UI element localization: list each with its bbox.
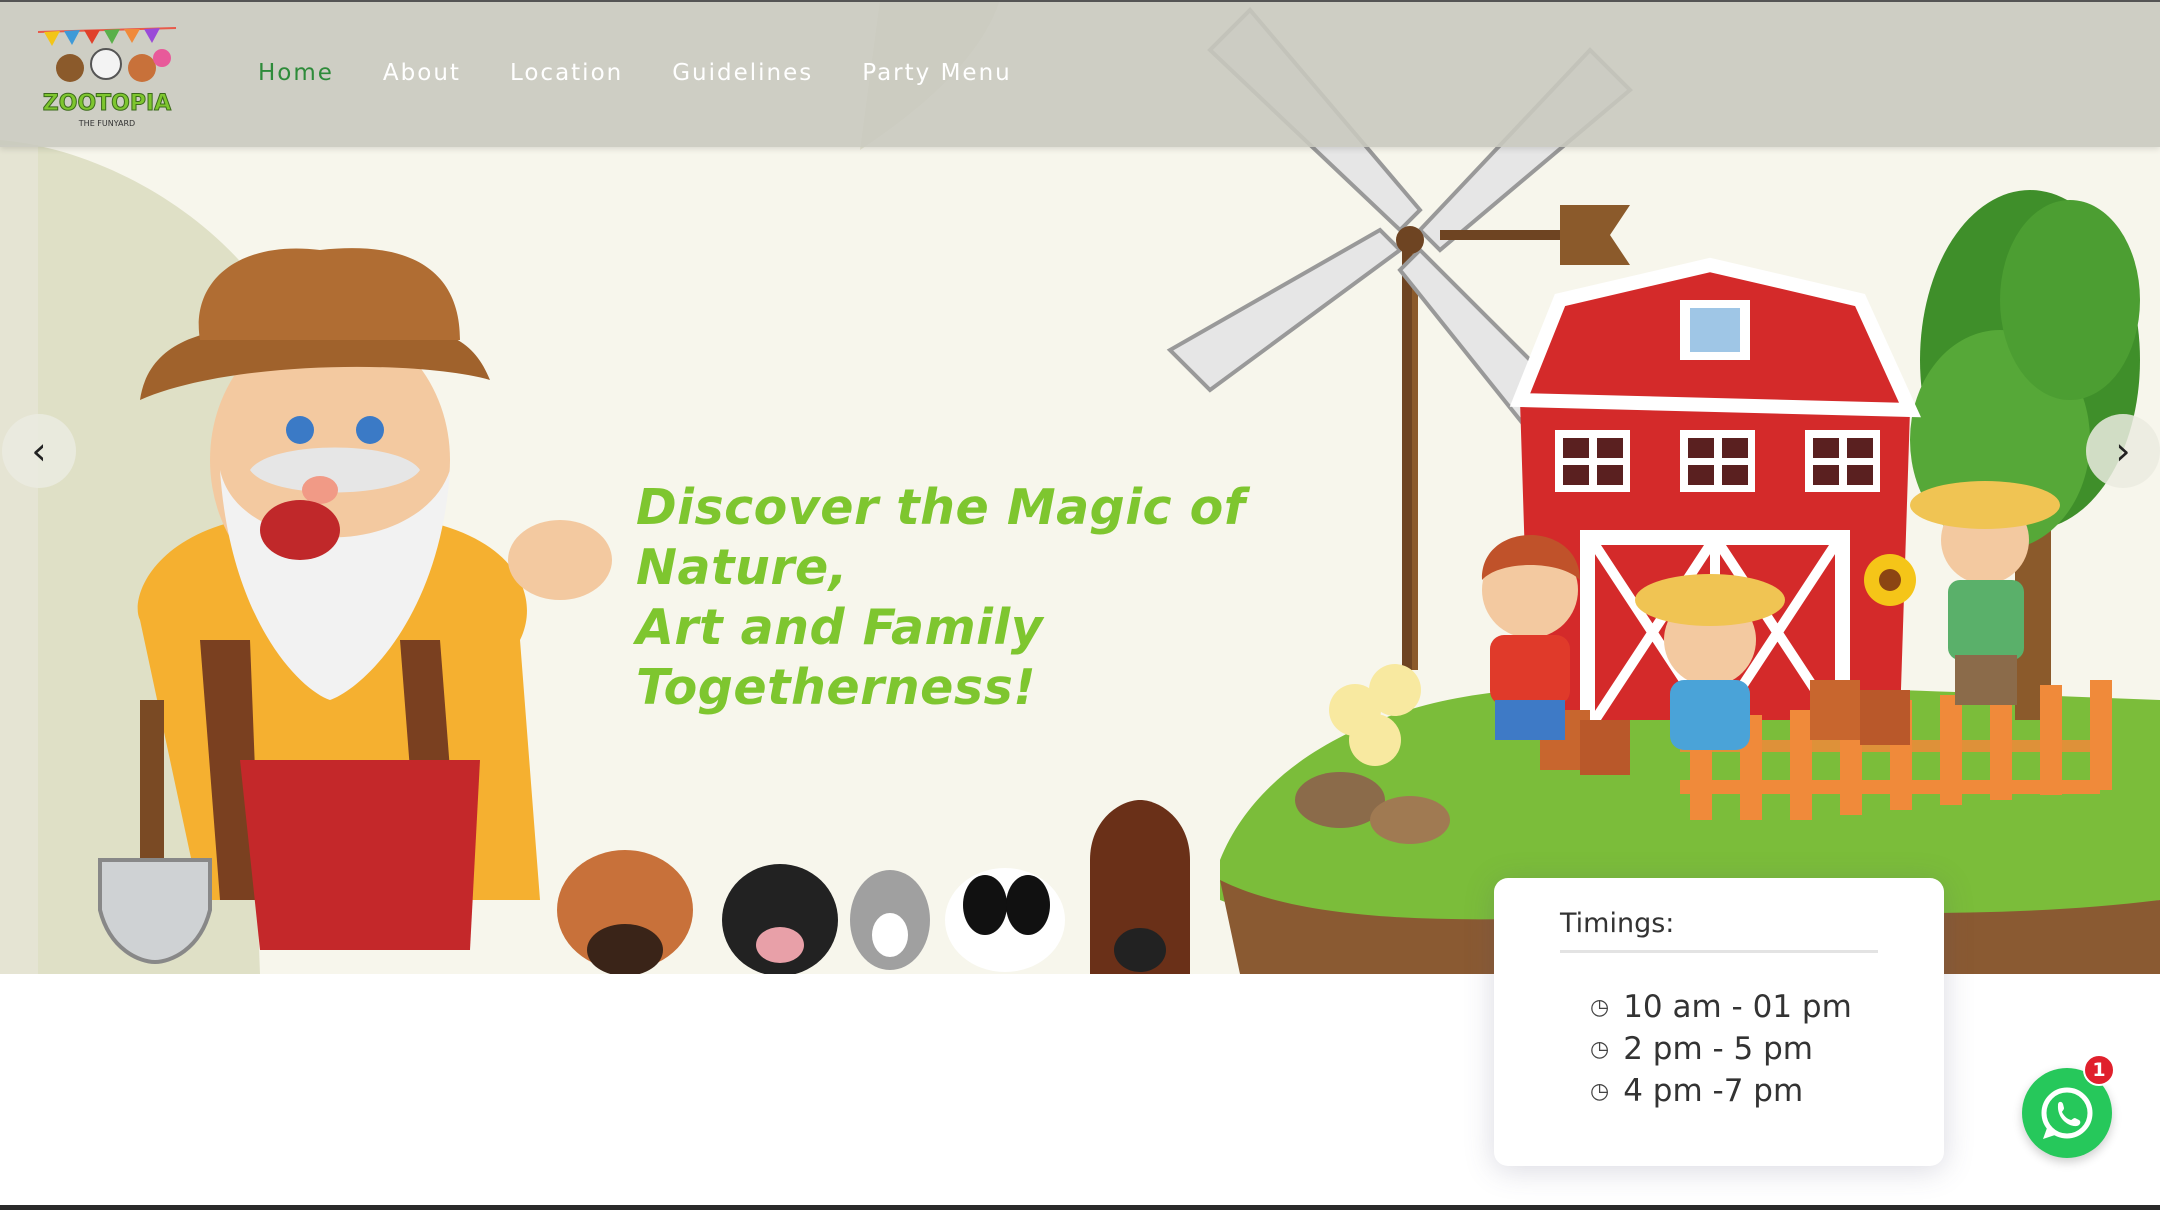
- logo-graphic: ZOOTOPIA THE FUNYARD: [37, 27, 177, 128]
- hero-heading-line1: Discover the Magic of Nature,: [636, 479, 1246, 596]
- animals: [557, 800, 1190, 974]
- carousel-next-button[interactable]: ›: [2086, 414, 2160, 488]
- hero-heading-line2: Art and Family Togetherness!: [636, 599, 1044, 716]
- nav-link-location[interactable]: Location: [510, 60, 623, 86]
- hero-heading: Discover the Magic of Nature, Art and Fa…: [636, 478, 1396, 718]
- nav-menu: Home About Location Guidelines Party Men…: [258, 60, 1061, 86]
- timing-slot: ◷ 2 pm - 5 pm: [1590, 1028, 1852, 1070]
- nav-link-home[interactable]: Home: [258, 60, 334, 86]
- site-logo[interactable]: ZOOTOPIA THE FUNYARD: [34, 18, 180, 132]
- nav-link-party-menu[interactable]: Party Menu: [862, 60, 1011, 86]
- timings-title: Timings:: [1560, 908, 1675, 939]
- timing-slot-text: 4 pm -7 pm: [1623, 1073, 1804, 1109]
- nav-link-guidelines[interactable]: Guidelines: [672, 60, 813, 86]
- notification-badge: 1: [2083, 1054, 2115, 1086]
- bottom-border: [0, 1205, 2160, 1210]
- logo-subtext: THE FUNYARD: [78, 119, 135, 128]
- nav-link-about[interactable]: About: [383, 60, 461, 86]
- chevron-left-icon: ‹: [31, 429, 47, 473]
- clock-icon: ◷: [1590, 994, 1610, 1020]
- carousel-prev-button[interactable]: ‹: [2, 414, 76, 488]
- clock-icon: ◷: [1590, 1036, 1610, 1062]
- timing-slot: ◷ 4 pm -7 pm: [1590, 1070, 1852, 1112]
- timing-slot-text: 2 pm - 5 pm: [1623, 1031, 1814, 1067]
- clock-icon: ◷: [1590, 1078, 1610, 1104]
- top-navbar: ZOOTOPIA THE FUNYARD Home About Location…: [0, 0, 2160, 147]
- timings-list: ◷ 10 am - 01 pm ◷ 2 pm - 5 pm ◷ 4 pm -7 …: [1590, 986, 1852, 1112]
- timing-slot-text: 10 am - 01 pm: [1623, 989, 1852, 1025]
- timings-divider: [1560, 950, 1878, 953]
- timings-card: Timings: ◷ 10 am - 01 pm ◷ 2 pm - 5 pm ◷…: [1494, 878, 1944, 1166]
- chevron-right-icon: ›: [2115, 429, 2131, 473]
- timing-slot: ◷ 10 am - 01 pm: [1590, 986, 1852, 1028]
- logo-text: ZOOTOPIA: [43, 91, 171, 116]
